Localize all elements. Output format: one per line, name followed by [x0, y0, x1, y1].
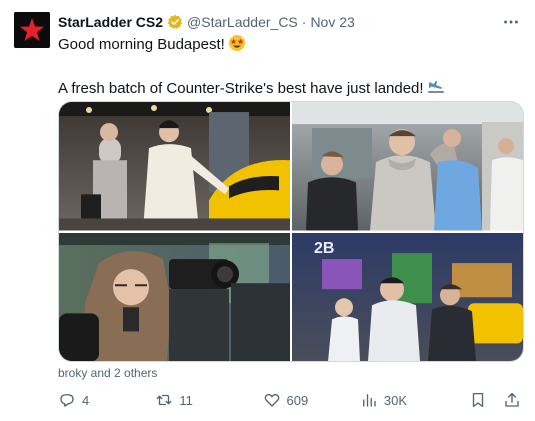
tweet-line-1-text: Good morning Budapest!: [58, 36, 225, 53]
retweet-button[interactable]: 11: [155, 391, 262, 409]
tweet-header: StarLadder CS2 @StarLadder_CS · Nov 23: [58, 12, 495, 32]
share-icon: [505, 392, 519, 407]
verified-badge-icon: [167, 14, 183, 30]
airplane-landing-emoji: [427, 78, 445, 102]
separator-dot: ·: [301, 14, 307, 30]
display-name[interactable]: StarLadder CS2: [58, 14, 163, 30]
svg-text:2B: 2B: [314, 239, 334, 257]
reply-icon: [60, 394, 74, 407]
share-button[interactable]: [503, 391, 521, 409]
star-struck-emoji: [228, 34, 246, 58]
liked-by-text[interactable]: broky and 2 others: [58, 366, 157, 380]
retweet-count: 11: [179, 392, 193, 408]
views-button[interactable]: 30K: [360, 391, 467, 409]
tweet-text: Good morning Budapest! A fresh batch of …: [58, 34, 521, 102]
views-chart-icon: [362, 394, 376, 407]
heart-icon: [264, 393, 279, 407]
media-grid: 2B: [58, 101, 524, 362]
reply-button[interactable]: 4: [58, 391, 155, 409]
photo-4[interactable]: 2B: [292, 232, 523, 361]
views-count: 30K: [383, 392, 408, 408]
avatar[interactable]: [14, 12, 50, 48]
bookmark-icon: [472, 392, 484, 408]
photo-1[interactable]: [59, 102, 290, 231]
bookmark-button[interactable]: [469, 391, 487, 409]
user-handle[interactable]: @StarLadder_CS: [187, 14, 298, 30]
tweet-card[interactable]: StarLadder CS2 @StarLadder_CS · Nov 23 G…: [0, 0, 535, 421]
reply-count: 4: [82, 392, 90, 408]
like-button[interactable]: 609: [263, 391, 360, 409]
photo-2[interactable]: [292, 102, 523, 231]
retweet-icon: [156, 394, 172, 406]
tweet-line-2-text: A fresh batch of Counter-Strike's best h…: [58, 80, 424, 97]
action-bar: 4 11 609 30K: [58, 388, 521, 412]
tweet-date[interactable]: Nov 23: [310, 14, 354, 30]
tweet-line-1: Good morning Budapest!: [58, 34, 521, 58]
more-options-icon[interactable]: [501, 12, 521, 32]
tweet-line-2: A fresh batch of Counter-Strike's best h…: [58, 78, 521, 102]
like-count: 609: [286, 392, 309, 408]
photo-3[interactable]: [59, 232, 290, 361]
